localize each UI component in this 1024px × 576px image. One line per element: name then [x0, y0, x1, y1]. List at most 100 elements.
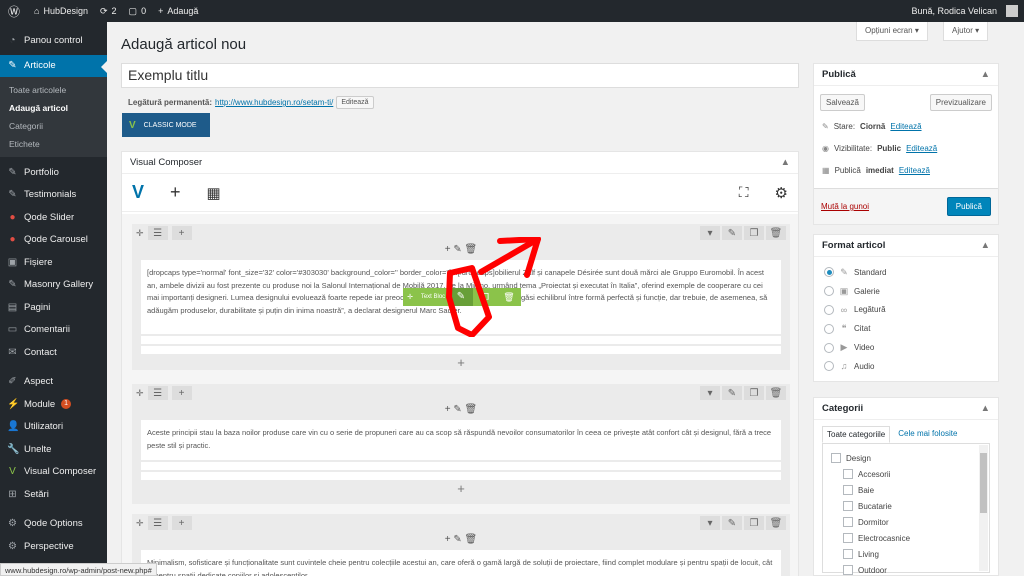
format-option-audio[interactable]: ♫ Audio: [814, 357, 998, 376]
fullscreen-icon[interactable]: ⛶: [739, 184, 749, 201]
scrollbar-thumb[interactable]: [980, 453, 987, 513]
format-option-link[interactable]: ∞ Legătură: [814, 301, 998, 320]
post-title-input[interactable]: Exemplu titlu: [121, 63, 799, 88]
save-draft-button[interactable]: Salvează: [820, 94, 865, 111]
drag-icon[interactable]: ✛: [136, 388, 144, 399]
column-controls[interactable]: + ✎ 🗑: [132, 534, 790, 548]
screen-options-button[interactable]: Opțiuni ecran ▾: [856, 22, 928, 41]
delete-row-icon[interactable]: 🗑: [766, 516, 786, 530]
collapse-arrow-icon[interactable]: ▲: [981, 403, 990, 414]
sidebar-item-qode-slider[interactable]: ● Qode Slider: [0, 206, 107, 229]
checkbox[interactable]: [843, 485, 853, 495]
sidebar-item-settings[interactable]: ⊞ Setări: [0, 483, 107, 506]
delete-element-icon[interactable]: 🗑: [497, 288, 521, 306]
format-option-video[interactable]: ▶ Video: [814, 338, 998, 357]
add-element-button[interactable]: +: [132, 354, 790, 372]
format-option-gallery[interactable]: ▣ Galerie: [814, 282, 998, 301]
move-to-trash-link[interactable]: Mută la gunoi: [821, 202, 869, 211]
submenu-all-articles[interactable]: Toate articolele: [0, 81, 107, 99]
sidebar-item-qode-carousel[interactable]: ● Qode Carousel: [0, 229, 107, 252]
add-column-icon[interactable]: +: [171, 516, 192, 530]
column-controls[interactable]: + ✎ 🗑: [132, 404, 790, 418]
category-item[interactable]: Dormitor: [843, 514, 981, 530]
column-controls[interactable]: + ✎ 🗑: [132, 244, 790, 258]
row-layout-icon[interactable]: ☰: [147, 226, 168, 240]
toggle-row-icon[interactable]: ▾: [700, 386, 720, 400]
submenu-add-article[interactable]: Adaugă articol: [0, 99, 107, 117]
edit-element-icon[interactable]: ✎: [449, 288, 473, 306]
sidebar-item-qode-options[interactable]: ⚙ Qode Options: [0, 513, 107, 536]
collapse-arrow-icon[interactable]: ▲: [981, 240, 990, 251]
checkbox[interactable]: [843, 469, 853, 479]
checkbox[interactable]: [831, 453, 841, 463]
checkbox[interactable]: [843, 549, 853, 559]
collapse-arrow-icon[interactable]: ▲: [981, 69, 990, 80]
edit-schedule-link[interactable]: Editează: [899, 166, 930, 175]
permalink-edit-button[interactable]: Editează: [336, 96, 374, 109]
category-item[interactable]: Design: [831, 450, 981, 466]
tab-all-categories[interactable]: Toate categoriile: [822, 426, 891, 443]
sidebar-item-users[interactable]: 👤 Utilizatori: [0, 416, 107, 439]
radio-button[interactable]: [824, 304, 834, 315]
text-block[interactable]: Minimalism, sofisticare și funcționalita…: [141, 550, 781, 576]
sidebar-item-comments[interactable]: ▭ Comentarii: [0, 319, 107, 342]
comments-link[interactable]: ▢ 0: [123, 0, 153, 22]
add-element-icon[interactable]: +: [170, 182, 181, 203]
sidebar-item-testimonials[interactable]: ✎ Testimonials: [0, 184, 107, 207]
category-item[interactable]: Living: [843, 546, 981, 562]
checkbox[interactable]: [843, 517, 853, 527]
sidebar-item-dashboard[interactable]: ◔ Panou control: [0, 29, 107, 52]
account-menu[interactable]: Bună, Rodica Velican: [905, 0, 1024, 22]
text-block[interactable]: Aceste principii stau la baza noilor pro…: [141, 420, 781, 460]
clone-row-icon[interactable]: ❐: [744, 386, 764, 400]
classic-mode-button[interactable]: V CLASSIC MODE: [122, 113, 210, 137]
preview-button[interactable]: Previzualizare: [929, 94, 992, 111]
templates-icon[interactable]: ▦: [207, 184, 221, 202]
checkbox[interactable]: [843, 501, 853, 511]
new-content-link[interactable]: + Adaugă: [152, 0, 204, 22]
sidebar-item-pages[interactable]: ▤ Pagini: [0, 296, 107, 319]
clone-element-icon[interactable]: ❐: [473, 288, 497, 306]
sidebar-item-articles[interactable]: ✎ Articole: [0, 54, 107, 77]
drag-icon[interactable]: ✛: [136, 228, 144, 239]
format-option-standard[interactable]: ✎ Standard: [814, 263, 998, 282]
edit-status-link[interactable]: Editează: [890, 122, 921, 131]
wordpress-logo-icon[interactable]: Ⓦ: [0, 0, 28, 22]
radio-button[interactable]: [824, 342, 834, 353]
edit-row-icon[interactable]: ✎: [722, 226, 742, 240]
permalink-url[interactable]: http://www.hubdesign.ro/setam-ti/: [215, 98, 333, 107]
sidebar-item-appearance[interactable]: ✐ Aspect: [0, 371, 107, 394]
vc-logo-icon[interactable]: V: [132, 182, 144, 203]
checkbox[interactable]: [843, 533, 853, 543]
category-item[interactable]: Bucatarie: [843, 498, 981, 514]
add-column-icon[interactable]: +: [171, 226, 192, 240]
radio-button[interactable]: [824, 267, 834, 278]
category-item[interactable]: Accesorii: [843, 466, 981, 482]
sidebar-item-masonry-gallery[interactable]: ✎ Masonry Gallery: [0, 274, 107, 297]
sidebar-item-plugins[interactable]: ⚡ Module 1: [0, 393, 107, 416]
settings-gear-icon[interactable]: ⚙: [775, 184, 788, 202]
edit-visibility-link[interactable]: Editează: [906, 144, 937, 153]
category-item[interactable]: Baie: [843, 482, 981, 498]
category-item[interactable]: Outdoor: [843, 562, 981, 575]
toggle-row-icon[interactable]: ▾: [700, 226, 720, 240]
sidebar-item-portfolio[interactable]: ✎ Portfolio: [0, 161, 107, 184]
move-icon[interactable]: ✛: [403, 293, 417, 301]
add-column-icon[interactable]: +: [171, 386, 192, 400]
sidebar-item-tools[interactable]: 🔧 Unelte: [0, 438, 107, 461]
publish-button[interactable]: Publică: [946, 197, 991, 216]
vc-row[interactable]: ✛ ☰ + ▾ ✎ ❐ 🗑 + ✎ 🗑 Minimalism, sofistic…: [132, 514, 790, 576]
drag-icon[interactable]: ✛: [136, 518, 144, 529]
delete-row-icon[interactable]: 🗑: [766, 386, 786, 400]
tab-most-used[interactable]: Cele mai folosite: [894, 426, 961, 443]
sidebar-item-contact[interactable]: ✉ Contact: [0, 341, 107, 364]
submenu-tags[interactable]: Etichete: [0, 135, 107, 153]
checkbox[interactable]: [843, 565, 853, 575]
site-link[interactable]: ⌂ HubDesign: [28, 0, 94, 22]
sidebar-item-media[interactable]: ▣ Fișiere: [0, 251, 107, 274]
collapse-arrow-icon[interactable]: ▲: [781, 157, 790, 168]
vc-row[interactable]: ✛ ☰ + ▾ ✎ ❐ 🗑 + ✎ 🗑 Aceste principii sta…: [132, 384, 790, 504]
radio-button[interactable]: [824, 323, 834, 334]
format-option-quote[interactable]: ❝ Citat: [814, 319, 998, 338]
delete-row-icon[interactable]: 🗑: [766, 226, 786, 240]
